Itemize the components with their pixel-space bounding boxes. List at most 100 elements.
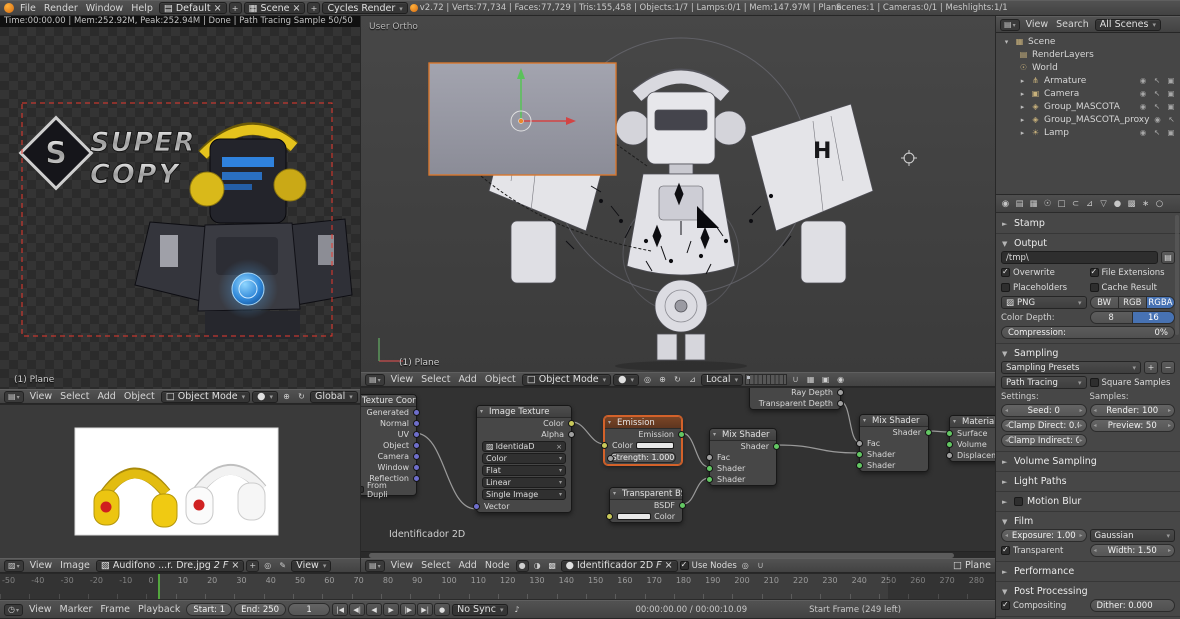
menu-item[interactable]: Add [454, 374, 480, 385]
outliner-row-group-mascota[interactable]: ▸ ◈ Group_MASCOTA ◉↖▣ [996, 100, 1180, 113]
render-toggle[interactable]: ▣ [1166, 76, 1176, 85]
horizontal-scrollbar[interactable] [361, 551, 995, 558]
checkbox[interactable] [1001, 268, 1010, 277]
orientation-select[interactable]: Local [701, 374, 743, 386]
tab-scene-icon[interactable]: ▦ [1027, 197, 1040, 211]
panel-title[interactable]: Output [1014, 238, 1047, 249]
render-opengl-icon[interactable]: ▣ [819, 374, 832, 386]
node-title[interactable]: Image Texture [477, 406, 571, 418]
disclosure-icon[interactable]: ▸ [1018, 116, 1027, 124]
visibility-toggle[interactable]: ◉ [1138, 102, 1148, 111]
editor-type-button[interactable]: ▨ [4, 560, 24, 572]
shader-nodes-icon[interactable]: ● [516, 560, 529, 572]
input-socket[interactable] [946, 441, 953, 448]
end-frame-field[interactable]: End: 250 [234, 603, 286, 616]
add-preset-button[interactable]: + [1144, 361, 1158, 374]
output-socket[interactable] [678, 431, 685, 438]
checkbox[interactable] [1090, 378, 1099, 387]
tab-object-icon[interactable]: □ [1055, 197, 1068, 211]
output-socket[interactable] [413, 420, 420, 427]
current-frame-field[interactable]: 1 [288, 603, 330, 616]
menu-item[interactable]: File [16, 3, 40, 14]
menu-item[interactable]: Render [40, 3, 82, 14]
pin-icon[interactable]: ◎ [261, 560, 274, 572]
outliner-row-lamp[interactable]: ▸ ☀ Lamp ◉↖▣ [996, 126, 1180, 139]
panel-title[interactable]: Sampling [1014, 348, 1058, 359]
visibility-toggle[interactable]: ◉ [1138, 89, 1148, 98]
users-count-button[interactable]: 2 [214, 560, 220, 571]
square-samples-checkbox[interactable]: Square Samples [1090, 378, 1176, 388]
compression-slider[interactable]: Compression:0% [1001, 326, 1175, 339]
shading-select[interactable]: ● [252, 391, 278, 403]
add-scene-button[interactable]: + [307, 2, 320, 14]
collapse-icon[interactable]: ► [1002, 568, 1010, 576]
visibility-toggle[interactable]: ◉ [1138, 76, 1148, 85]
input-socket[interactable] [856, 440, 863, 447]
panel-title[interactable]: Performance [1014, 566, 1074, 577]
item-label[interactable]: Lamp [1044, 128, 1069, 138]
checkbox[interactable] [1001, 283, 1010, 292]
input-socket[interactable] [606, 513, 613, 520]
node-title[interactable]: Emission [605, 417, 681, 429]
manipulator-rotate-icon[interactable]: ↻ [295, 391, 308, 403]
color-space-select[interactable]: Color [482, 453, 566, 464]
menu-item[interactable]: Node [481, 560, 514, 571]
menu-item[interactable]: View [387, 374, 418, 385]
projection-select[interactable]: Flat [482, 465, 566, 476]
editor-type-button[interactable]: ▤ [4, 391, 24, 403]
manipulator-scale-icon[interactable]: ⊿ [686, 374, 699, 386]
use-nodes-checkbox[interactable]: Use Nodes [680, 561, 737, 571]
disclosure-icon[interactable]: ▸ [1018, 77, 1027, 85]
outliner-row-world[interactable]: ☉ World [996, 61, 1180, 74]
render-samples-field[interactable]: Render: 100 [1090, 404, 1176, 417]
remove-preset-button[interactable]: − [1161, 361, 1175, 374]
timeline-ruler[interactable]: -50-40-30-20-100102030405060708090100110… [0, 574, 995, 600]
collapse-icon[interactable]: ▼ [1002, 240, 1010, 248]
integrator-select[interactable]: Path Tracing [1001, 376, 1087, 389]
layers-widget[interactable] [745, 374, 787, 385]
node-transparent-bsdf[interactable]: Transparent BSDF BSDF Color [609, 487, 683, 523]
editor-type-button[interactable]: ▤ [365, 560, 385, 572]
collapse-icon[interactable]: ▼ [1002, 588, 1010, 596]
menu-item[interactable]: View [26, 560, 57, 571]
node-light-path[interactable]: Ray Depth Transparent Depth [749, 388, 841, 410]
output-socket[interactable] [773, 443, 780, 450]
tab-data-icon[interactable]: ▽ [1097, 197, 1110, 211]
panel-title[interactable]: Motion Blur [1027, 496, 1081, 507]
preview-samples-field[interactable]: Preview: 50 [1090, 419, 1176, 432]
panel-title[interactable]: Light Paths [1014, 476, 1067, 487]
checkbox[interactable] [1090, 283, 1099, 292]
dither-slider[interactable]: Dither: 0.000 [1090, 599, 1176, 612]
vertical-scrollbar[interactable] [1175, 215, 1179, 335]
collapse-icon[interactable]: ▼ [1002, 350, 1010, 358]
compositing-nodes-icon[interactable]: ◑ [531, 560, 544, 572]
selectability-toggle[interactable]: ↖ [1152, 89, 1162, 98]
panel-light-paths[interactable]: ►Light Paths [996, 474, 1180, 492]
tab-texture-icon[interactable]: ▩ [1125, 197, 1138, 211]
checkbox[interactable] [1090, 268, 1099, 277]
unlink-icon[interactable]: × [293, 3, 301, 14]
image-datablock[interactable]: ▨IdentidaD× [482, 441, 566, 452]
manipulator-translate-icon[interactable]: ⊕ [656, 374, 669, 386]
panel-stamp[interactable]: ►Stamp [996, 216, 1180, 234]
tab-particles-icon[interactable]: ∗ [1139, 197, 1152, 211]
outliner-row-renderlayers[interactable]: ▤ RenderLayers [996, 48, 1180, 61]
item-label[interactable]: Camera [1044, 89, 1079, 99]
grease-pencil-icon[interactable]: ✎ [276, 560, 289, 572]
output-socket[interactable] [413, 453, 420, 460]
filter-width-field[interactable]: Width: 1.50 [1090, 544, 1176, 557]
output-socket[interactable] [837, 400, 844, 407]
render-opengl-anim-icon[interactable]: ◉ [834, 374, 847, 386]
editor-type-button[interactable]: ▤ [365, 374, 385, 386]
output-socket[interactable] [413, 475, 420, 482]
image-datablock[interactable]: ▨ Audifono ...r. Dre.jpg 2 F × [96, 560, 244, 572]
depth-8-button[interactable]: 8 [1090, 311, 1133, 324]
node-title[interactable]: Texture Coordinate [361, 395, 416, 407]
tab-physics-icon[interactable]: ○ [1153, 197, 1166, 211]
outliner-row-group-mascota-proxy[interactable]: ▸ ◈ Group_MASCOTA_proxy ◉↖▣ [996, 113, 1180, 126]
snap-magnet-icon[interactable]: ⊃ [754, 560, 767, 572]
channel-rgb-button[interactable]: RGB [1119, 296, 1147, 309]
selectability-toggle[interactable]: ↖ [1166, 115, 1176, 124]
pin-icon[interactable]: ◎ [739, 560, 752, 572]
transparent-checkbox[interactable]: Transparent [1001, 546, 1087, 556]
